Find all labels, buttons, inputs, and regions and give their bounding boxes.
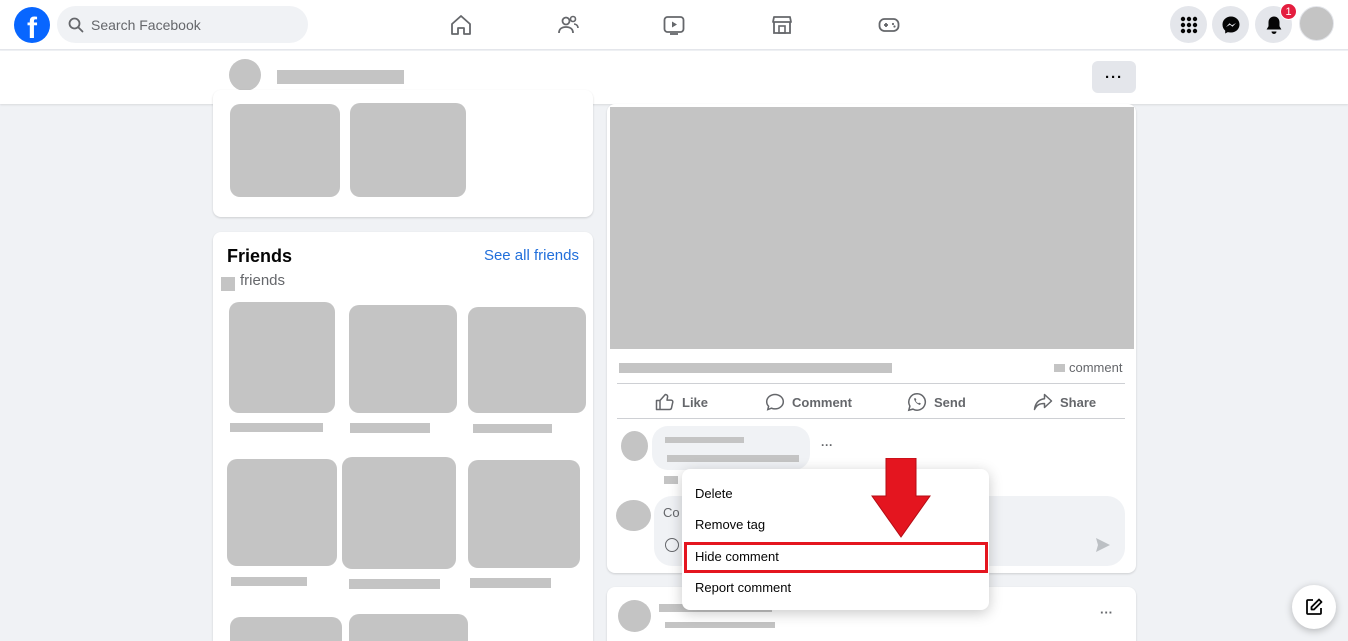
friends-count-label: friends (240, 272, 286, 289)
menu-item-report-comment[interactable]: Report comment (695, 580, 791, 595)
messenger-button[interactable] (1212, 6, 1249, 43)
compose-icon (1306, 598, 1323, 615)
comment-button[interactable]: Comment (765, 384, 852, 420)
friend-name-placeholder[interactable] (350, 423, 430, 433)
bell-icon (1266, 16, 1281, 34)
composer-avatar (616, 500, 651, 531)
account-avatar[interactable] (1299, 6, 1334, 41)
post-meta-placeholder (665, 622, 775, 628)
commenter-avatar[interactable] (621, 431, 648, 461)
notifications-button[interactable]: 1 (1255, 3, 1297, 43)
emoji-icon[interactable] (665, 538, 679, 552)
search-bar[interactable] (57, 6, 308, 43)
comment-input-text[interactable]: Co (663, 505, 680, 520)
comment-icon (765, 393, 785, 411)
comment-text-placeholder (667, 455, 799, 462)
grid-menu-icon (1180, 16, 1197, 33)
friend-photo[interactable] (342, 457, 456, 569)
search-icon (68, 17, 84, 32)
comment-count-label[interactable]: comment (1069, 360, 1122, 375)
friend-photo[interactable] (230, 617, 342, 641)
friend-name-placeholder[interactable] (230, 423, 323, 432)
friends-card: Friends See all friends friends (213, 232, 593, 641)
share-icon (1033, 393, 1053, 411)
send-label: Send (934, 394, 966, 410)
reactions-placeholder[interactable] (619, 363, 892, 373)
comment-more-button[interactable]: ··· (821, 438, 833, 452)
friend-photo[interactable] (227, 459, 337, 566)
photo-thumbnail[interactable] (230, 104, 340, 197)
post-actions: Like Comment Send Share (617, 383, 1125, 419)
comment-count-placeholder (1054, 364, 1065, 372)
top-navbar: f 1 (0, 0, 1348, 50)
like-label: Like (682, 394, 709, 410)
marketplace-icon[interactable] (769, 12, 795, 38)
comment-label: Comment (792, 394, 852, 410)
friend-photo[interactable] (229, 302, 335, 413)
comment-context-menu: Delete Remove tag Hide comment Report co… (682, 469, 989, 610)
like-icon (655, 393, 674, 411)
friend-name-placeholder[interactable] (349, 579, 440, 589)
share-button[interactable]: Share (1033, 384, 1096, 420)
profile-name-placeholder (277, 70, 404, 84)
friend-name-placeholder[interactable] (473, 424, 552, 433)
friend-name-placeholder[interactable] (231, 577, 307, 586)
facebook-logo[interactable]: f (14, 7, 50, 43)
friend-photo[interactable] (349, 305, 457, 413)
friends-icon[interactable] (555, 12, 581, 38)
next-post-more-button[interactable]: ··· (1100, 605, 1113, 620)
comment-author-placeholder[interactable] (665, 437, 744, 443)
like-button[interactable]: Like (655, 384, 708, 420)
post-author-avatar[interactable] (618, 600, 651, 632)
profile-subheader: ··· (0, 51, 1348, 104)
messenger-icon (1222, 16, 1239, 33)
send-button[interactable]: Send (907, 384, 966, 420)
friends-title: Friends (227, 246, 293, 266)
friends-count-placeholder (221, 277, 235, 291)
comment-bubble (652, 426, 810, 470)
photos-card (213, 90, 593, 217)
gaming-icon[interactable] (876, 12, 902, 38)
red-arrow-annotation (871, 458, 931, 538)
post-image[interactable] (610, 107, 1134, 349)
menu-item-remove-tag[interactable]: Remove tag (695, 517, 765, 532)
notification-badge: 1 (1280, 3, 1297, 20)
search-input[interactable] (91, 16, 291, 33)
photo-thumbnail[interactable] (350, 103, 466, 197)
comment-meta-placeholder (664, 476, 678, 484)
new-message-button[interactable] (1292, 585, 1336, 629)
friend-name-placeholder[interactable] (470, 578, 551, 588)
home-icon[interactable] (448, 12, 474, 38)
menu-item-delete[interactable]: Delete (695, 486, 733, 501)
profile-avatar[interactable] (229, 59, 261, 91)
friend-photo[interactable] (349, 614, 468, 641)
share-label: Share (1060, 394, 1097, 410)
see-all-friends-link[interactable]: See all friends (484, 247, 579, 264)
profile-more-button[interactable]: ··· (1092, 61, 1136, 93)
watch-icon[interactable] (661, 12, 687, 38)
whatsapp-icon (907, 393, 926, 412)
send-comment-icon[interactable] (1095, 537, 1111, 553)
menu-button[interactable] (1170, 6, 1207, 43)
friend-photo[interactable] (468, 460, 580, 568)
friend-photo[interactable] (468, 307, 586, 413)
hide-comment-highlight-box (684, 542, 988, 573)
